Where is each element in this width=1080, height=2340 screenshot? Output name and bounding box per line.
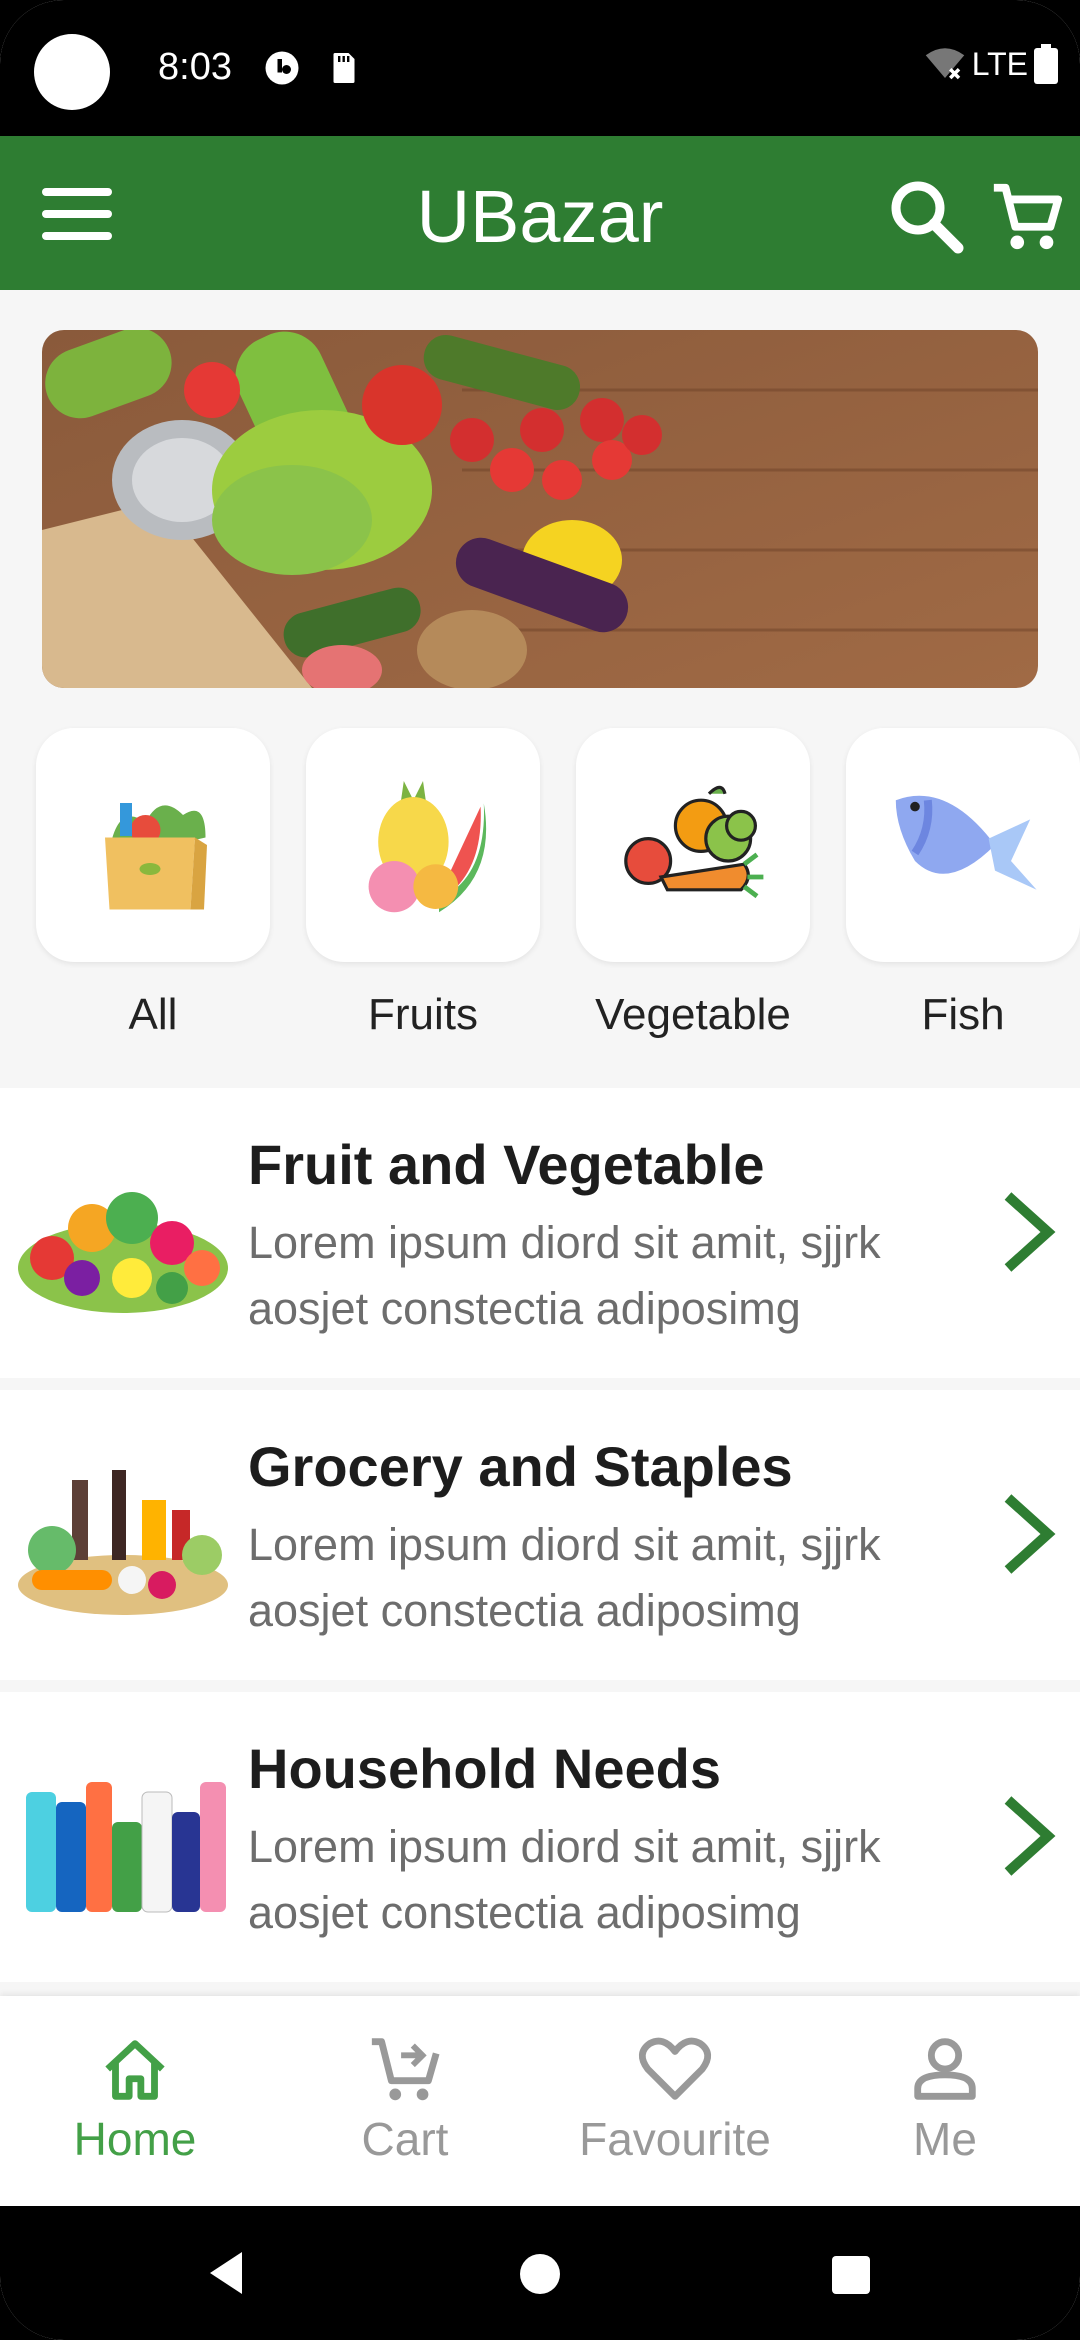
category-card[interactable] [576,728,810,962]
person-icon [914,2038,976,2100]
recents-icon[interactable] [830,2254,872,2296]
search-icon[interactable] [886,176,966,256]
grocery-staples-thumbnail [18,1470,228,1615]
network-type: LTE [971,45,1028,82]
status-bar: 8:03 LTE [0,0,1080,136]
app-bar: UBazar [0,136,1080,290]
list-item-title: Grocery and Staples [248,1435,793,1498]
add-to-cart-icon [371,2038,440,2101]
home-button-icon[interactable] [518,2252,562,2296]
battery-icon [1034,44,1058,84]
list-item-description: Lorem ipsum diord sit amit, sjjrk aosjet… [248,1217,881,1334]
chevron-right-icon[interactable] [996,1796,1062,1876]
list-item[interactable]: Household Needs Lorem ipsum diord sit am… [0,1692,1080,1982]
category-card[interactable] [846,728,1080,962]
grocery-bag-icon [105,803,207,910]
phone-screen: 8:03 LTE UBazar All Fruits Vegetable Fis… [0,0,1080,2340]
nav-home[interactable]: Home [0,2030,270,2166]
fruit-vegetable-thumbnail [18,1192,228,1313]
category-fish[interactable]: Fish [846,728,1080,1040]
vegetables-icon [624,785,764,899]
list-item[interactable]: Grocery and Staples Lorem ipsum diord si… [0,1390,1080,1680]
household-needs-thumbnail [26,1782,226,1913]
chevron-right-icon[interactable] [996,1192,1062,1272]
list-item-description: Lorem ipsum diord sit amit, sjjrk aosjet… [248,1519,881,1636]
category-label: Vegetable [595,990,791,1039]
bottom-navigation: Home Cart Favourite Me [0,1996,1080,2206]
system-navigation-bar [0,2206,1080,2340]
nav-me[interactable]: Me [810,2030,1080,2166]
category-label: Fruits [368,990,478,1039]
list-item-title: Household Needs [248,1737,721,1800]
wifi-off-icon [925,48,964,80]
category-card[interactable] [36,728,270,962]
heart-icon [638,2037,712,2100]
list-item-title: Fruit and Vegetable [248,1133,765,1196]
nav-cart[interactable]: Cart [270,2030,540,2166]
nav-me-label: Me [913,2113,977,2165]
promo-banner[interactable] [42,330,1038,688]
status-time: 8:03 [158,46,232,88]
chevron-right-icon[interactable] [996,1494,1062,1574]
nav-cart-label: Cart [361,2113,449,2165]
category-all[interactable]: All [36,728,270,1040]
status-indicators: LTE [924,44,1058,84]
category-row: All Fruits Vegetable Fish [0,728,1080,1088]
category-card[interactable] [306,728,540,962]
category-label: Fish [921,990,1005,1039]
category-vegetable[interactable]: Vegetable [576,728,810,1040]
nav-favourite-label: Favourite [579,2113,771,2165]
nav-home-label: Home [73,2113,197,2165]
category-label: All [128,990,178,1039]
camera-cutout [34,34,110,110]
sd-card-icon [333,53,355,83]
banner-image [42,330,1038,688]
home-icon [105,2040,165,2100]
fruits-icon [368,781,487,913]
list-item[interactable]: Fruit and Vegetable Lorem ipsum diord si… [0,1088,1080,1378]
category-fruits[interactable]: Fruits [306,728,540,1040]
back-icon[interactable] [206,2250,246,2296]
fish-icon [895,795,1037,890]
cart-icon[interactable] [988,178,1066,256]
list-item-description: Lorem ipsum diord sit amit, sjjrk aosjet… [248,1821,881,1938]
nav-favourite[interactable]: Favourite [540,2030,810,2166]
app-notification-icon [265,51,299,85]
